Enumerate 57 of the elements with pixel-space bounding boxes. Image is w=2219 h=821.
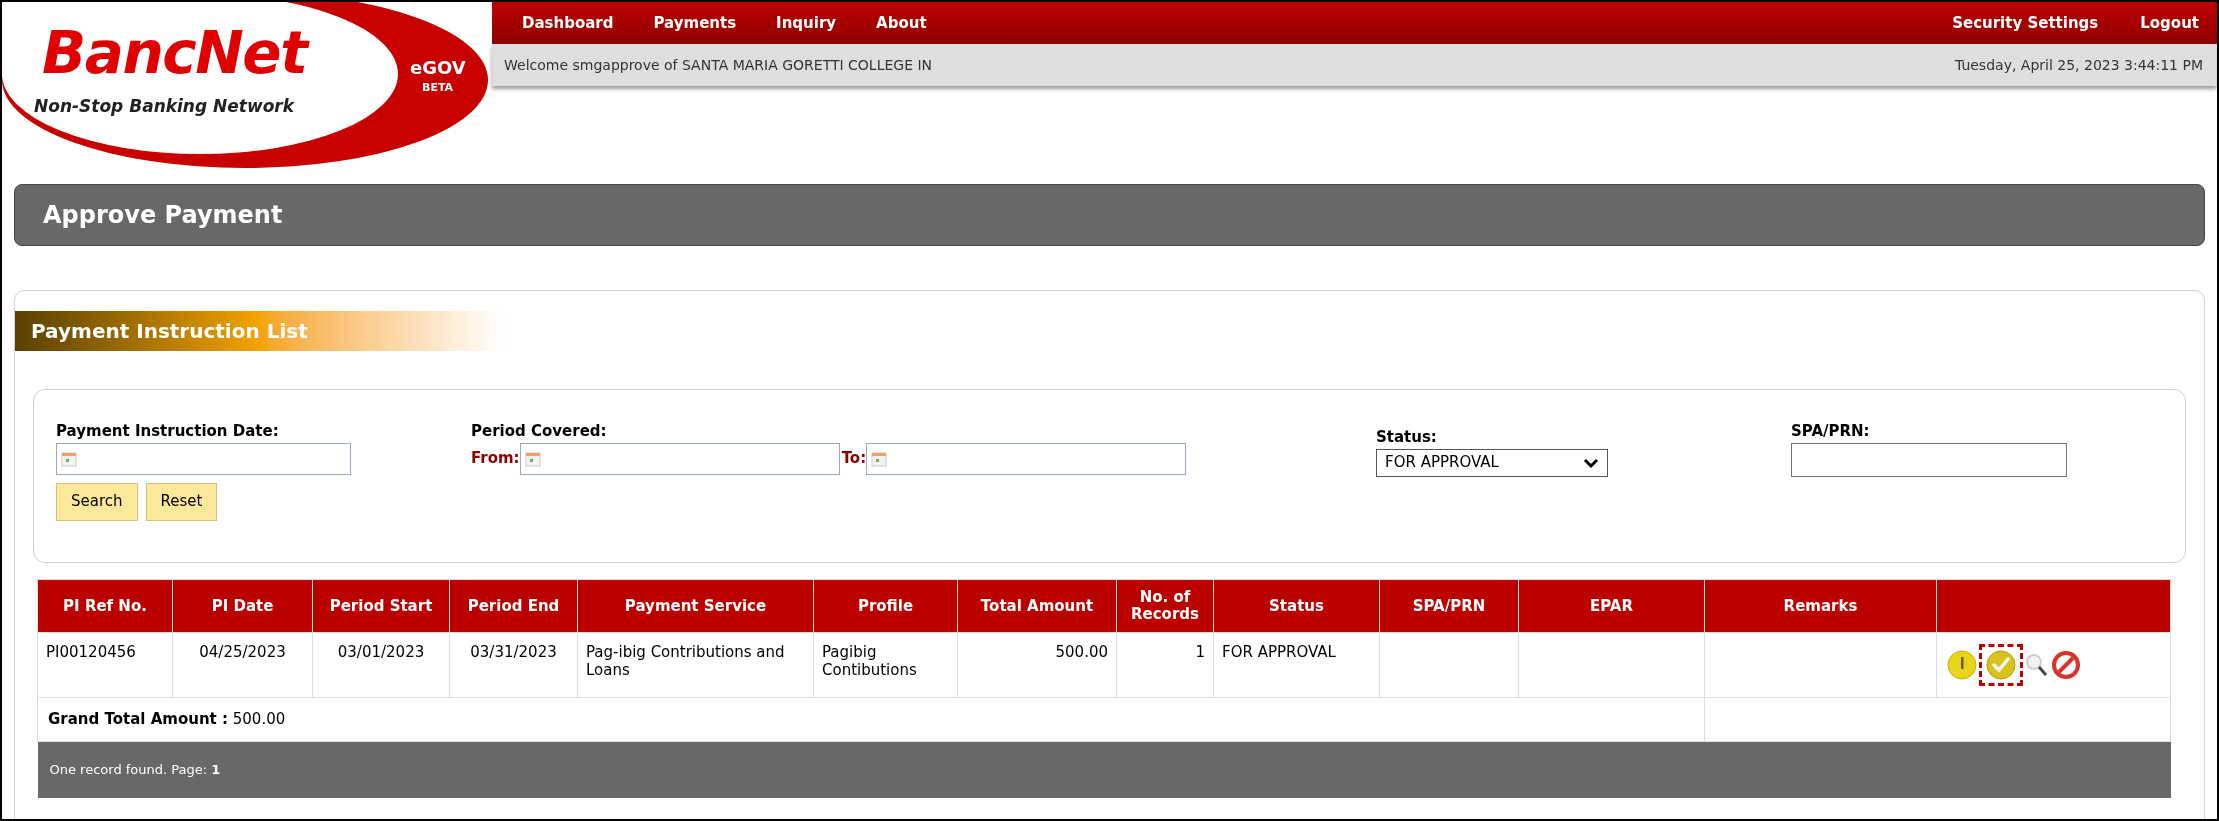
nav-link[interactable]: Inquiry [776, 11, 837, 35]
product-label: eGOV [410, 56, 466, 80]
spa-prn-field[interactable] [1791, 442, 2067, 477]
column-header: Payment Service [577, 579, 814, 633]
nav-link[interactable]: Payments [653, 11, 737, 35]
nav-link[interactable]: Logout [2140, 11, 2199, 35]
column-header: Period Start [312, 579, 450, 633]
table-cell: 04/25/2023 [172, 632, 313, 698]
nav-link[interactable]: Dashboard [522, 11, 614, 35]
date-field[interactable] [866, 442, 1187, 475]
calendar-icon[interactable] [871, 450, 888, 467]
column-header: Profile [813, 579, 958, 633]
record-count: One record found. Page: 1 [49, 762, 221, 778]
welcome-text: Welcome smgapprove of SANTA MARIA GORETTI COLLEGE IN [504, 55, 933, 75]
table-cell: PI00120456 [37, 632, 173, 698]
column-header: PI Date [172, 579, 313, 633]
checkmark-icon[interactable] [1986, 650, 2016, 680]
column-header: PI Ref No. [37, 579, 173, 633]
column-header: EPAR [1518, 579, 1705, 633]
nav-link[interactable]: Security Settings [1952, 11, 2099, 35]
table-cell: Pag-ibig Contributions and Loans [577, 632, 814, 698]
chevron-down-icon [1583, 456, 1599, 469]
exclamation-icon[interactable] [1947, 650, 1977, 680]
status-select[interactable]: FOR APPROVAL [1376, 448, 1608, 477]
calendar-icon[interactable] [524, 450, 541, 467]
field-label: SPA/PRN: [1791, 421, 1871, 442]
date-time: Tuesday, April 25, 2023 3:44:11 PM [1954, 55, 2203, 75]
table-cell: FOR APPROVAL [1213, 632, 1380, 698]
field-label: Status: [1376, 427, 1438, 448]
column-header: Remarks [1704, 579, 1937, 633]
grand-total: Grand Total Amount : 500.00 [48, 710, 286, 729]
column-header: SPA/PRN [1379, 579, 1519, 633]
field-label: From: [471, 448, 520, 470]
date-field[interactable] [56, 442, 351, 475]
table-cell: 1 [1116, 632, 1214, 698]
table-cell: Pagibig Contibutions [813, 632, 958, 698]
logo-tagline: Non-Stop Banking Network [34, 95, 294, 118]
date-field[interactable] [519, 442, 840, 475]
field-label: To: [841, 448, 867, 470]
table-cell: 500.00 [957, 632, 1117, 698]
beta-label: BETA [422, 80, 454, 96]
prohibition-icon[interactable] [2051, 650, 2081, 680]
magnifier-icon[interactable] [2025, 652, 2049, 678]
column-header: Status [1213, 579, 1380, 633]
table-cell: 03/01/2023 [312, 632, 450, 698]
column-header: No. of Records [1116, 579, 1214, 633]
field-label: Period Covered: [471, 421, 608, 442]
field-label: Payment Instruction Date: [56, 421, 280, 442]
column-header: Total Amount [957, 579, 1117, 633]
nav-link[interactable]: About [876, 11, 927, 35]
page-title: Approve Payment [43, 200, 283, 231]
column-header: Period End [449, 579, 578, 633]
panel-title: Payment Instruction List [31, 318, 308, 345]
table-cell: 03/31/2023 [449, 632, 578, 698]
calendar-icon[interactable] [61, 450, 77, 467]
filter-button[interactable]: Reset [145, 482, 218, 521]
filter-button[interactable]: Search [56, 482, 138, 521]
